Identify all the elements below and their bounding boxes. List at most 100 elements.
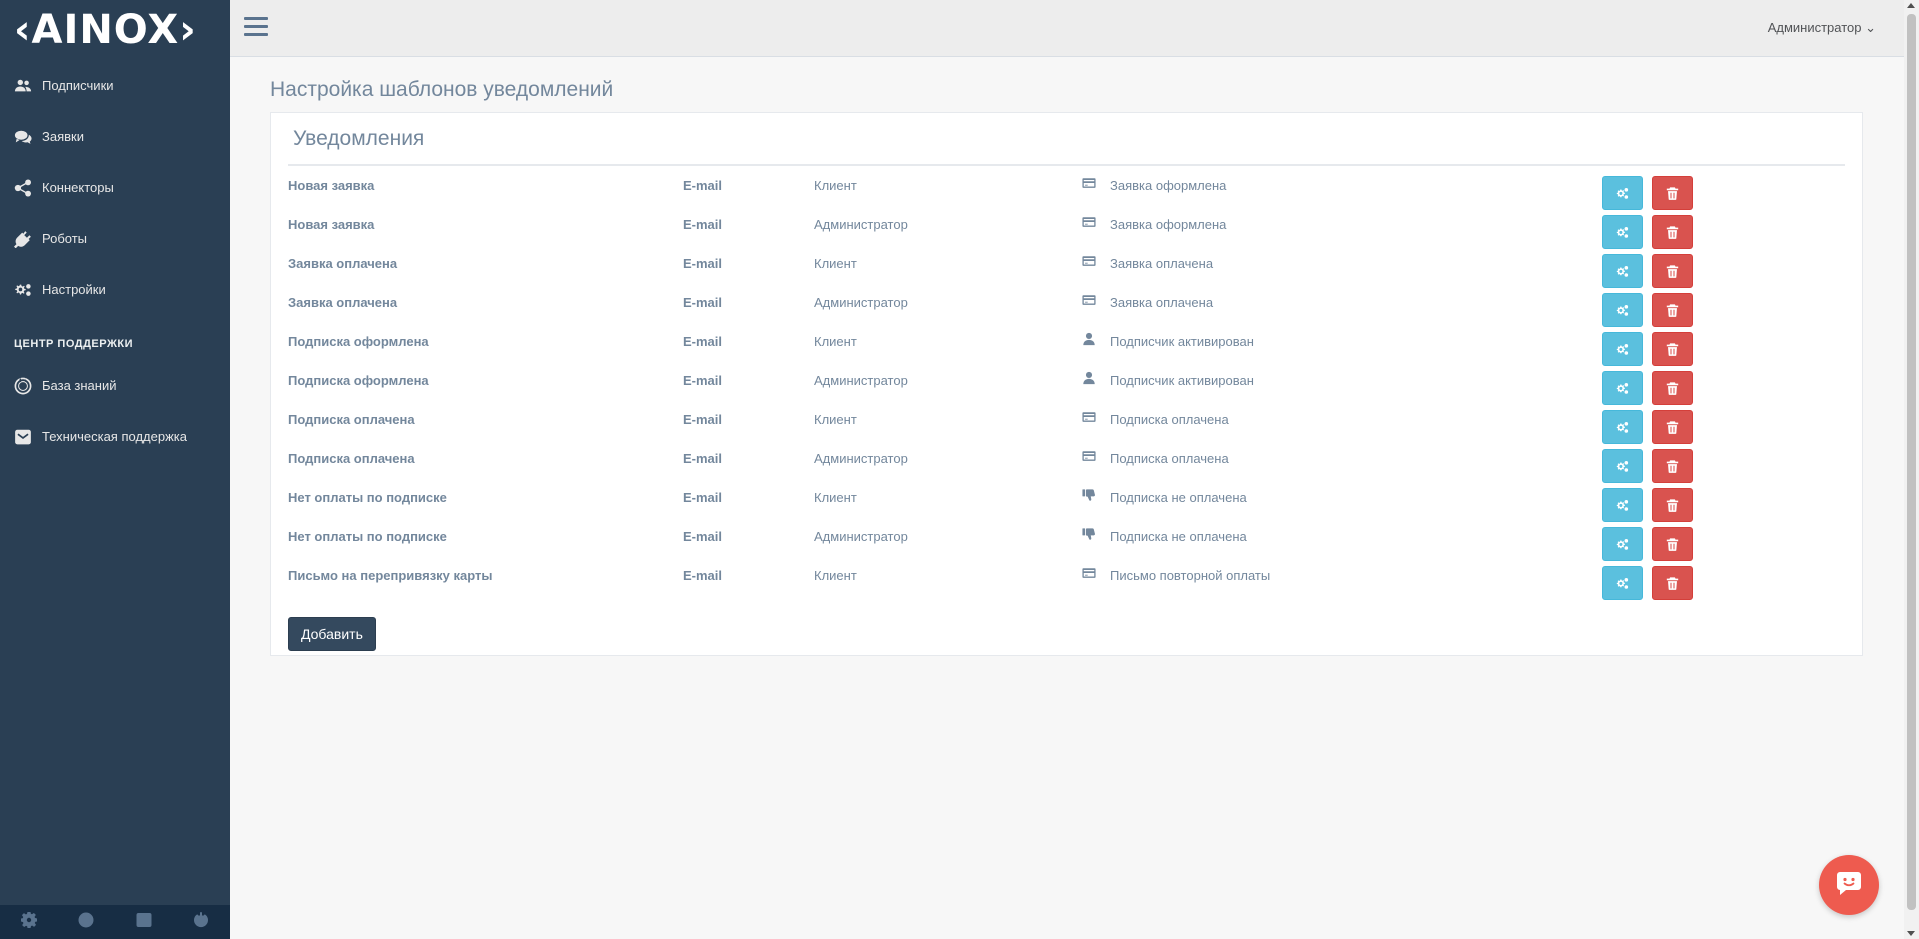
app-logo[interactable]: ‹AINOX› xyxy=(0,0,230,60)
page-scrollbar[interactable] xyxy=(1904,0,1919,939)
user-icon xyxy=(1082,332,1110,352)
notification-recipient: Клиент xyxy=(814,490,857,505)
delete-template-button[interactable] xyxy=(1652,332,1693,366)
credit-card-icon xyxy=(1082,566,1110,586)
scrollbar-thumb[interactable] xyxy=(1907,14,1916,910)
footer-window-button[interactable] xyxy=(115,905,173,939)
user-menu-dropdown[interactable]: Администратор ⌄ xyxy=(1768,20,1876,36)
cogs-icon xyxy=(1616,577,1629,590)
notification-channel: E-mail xyxy=(683,373,723,388)
top-navbar: Администратор ⌄ xyxy=(230,0,1904,57)
edit-template-button[interactable] xyxy=(1602,527,1643,561)
edit-template-button[interactable] xyxy=(1602,449,1643,483)
notification-name: Письмо на перепривязку карты xyxy=(288,568,493,583)
menu-toggle-button[interactable] xyxy=(244,17,268,39)
delete-template-button[interactable] xyxy=(1652,410,1693,444)
edit-template-button[interactable] xyxy=(1602,293,1643,327)
delete-template-button[interactable] xyxy=(1652,176,1693,210)
trash-icon xyxy=(1666,342,1679,356)
sidebar-item-knowledge-base[interactable]: База знаний xyxy=(0,360,230,411)
delete-template-button[interactable] xyxy=(1652,371,1693,405)
cogs-icon xyxy=(1616,226,1629,239)
footer-logout-button[interactable] xyxy=(173,905,231,939)
sidebar-item-connectors[interactable]: Коннекторы xyxy=(0,162,230,213)
users-icon xyxy=(14,77,42,95)
notification-recipient: Администратор xyxy=(814,217,908,232)
gear-icon xyxy=(20,911,38,933)
chat-widget-button[interactable] xyxy=(1819,855,1879,915)
edit-template-button[interactable] xyxy=(1602,410,1643,444)
trash-icon xyxy=(1666,576,1679,590)
delete-template-button[interactable] xyxy=(1652,527,1693,561)
table-row: Новая заявка E-mail Администратор Заявка оф… xyxy=(288,215,1845,254)
notification-event-label: Заявка оформлена xyxy=(1110,217,1227,232)
chat-icon xyxy=(1834,868,1864,903)
cogs-icon xyxy=(1616,538,1629,551)
plug-icon xyxy=(14,230,42,248)
edit-template-button[interactable] xyxy=(1602,176,1643,210)
table-row: Нет оплаты по подписке E-mail Клиент Подпис… xyxy=(288,488,1845,527)
notification-channel: E-mail xyxy=(683,568,723,583)
notification-channel: E-mail xyxy=(683,451,723,466)
notification-event-label: Письмо повторной оплаты xyxy=(1110,568,1271,583)
notification-name: Нет оплаты по подписке xyxy=(288,529,447,544)
life-ring-icon xyxy=(78,912,94,933)
delete-template-button[interactable] xyxy=(1652,449,1693,483)
sidebar-item-label: Заявки xyxy=(42,129,84,144)
trash-icon xyxy=(1666,420,1679,434)
notification-name: Подписка оплачена xyxy=(288,451,415,466)
edit-template-button[interactable] xyxy=(1602,566,1643,600)
footer-settings-button[interactable] xyxy=(0,905,58,939)
sidebar-item-subscribers[interactable]: Подписчики xyxy=(0,60,230,111)
comments-icon xyxy=(14,128,42,146)
edit-template-button[interactable] xyxy=(1602,215,1643,249)
sidebar-item-label: Настройки xyxy=(42,282,106,297)
notification-channel: E-mail xyxy=(683,178,723,193)
notification-recipient: Администратор xyxy=(814,295,908,310)
sidebar-item-tech-support[interactable]: Техническая поддержка xyxy=(0,411,230,462)
thumbs-down-icon xyxy=(1082,488,1110,508)
delete-template-button[interactable] xyxy=(1652,566,1693,600)
table-row: Письмо на перепривязку карты E-mail Клиент… xyxy=(288,566,1845,605)
trash-icon xyxy=(1666,225,1679,239)
notification-name: Заявка оплачена xyxy=(288,295,398,310)
scroll-up-arrow[interactable] xyxy=(1907,3,1915,8)
notification-recipient: Клиент xyxy=(814,568,857,583)
notification-channel: E-mail xyxy=(683,256,723,271)
delete-template-button[interactable] xyxy=(1652,215,1693,249)
notification-channel: E-mail xyxy=(683,490,723,505)
table-row: Заявка оплачена E-mail Клиент Заявка оплаче… xyxy=(288,254,1845,293)
notification-event-label: Заявка оформлена xyxy=(1110,178,1227,193)
footer-help-button[interactable] xyxy=(58,905,116,939)
notification-recipient: Администратор xyxy=(814,529,908,544)
window-icon xyxy=(136,912,152,933)
sidebar-item-settings[interactable]: Настройки xyxy=(0,264,230,315)
edit-template-button[interactable] xyxy=(1602,254,1643,288)
cogs-icon xyxy=(1616,265,1629,278)
notification-recipient: Администратор xyxy=(814,451,908,466)
notification-recipient: Администратор xyxy=(814,373,908,388)
notification-name: Нет оплаты по подписке xyxy=(288,490,447,505)
notification-event: Подписка не оплачена xyxy=(1082,527,1247,547)
delete-template-button[interactable] xyxy=(1652,254,1693,288)
row-actions xyxy=(1602,371,1693,405)
credit-card-icon xyxy=(1082,254,1110,274)
sidebar-footer xyxy=(0,905,230,939)
trash-icon xyxy=(1666,303,1679,317)
row-actions xyxy=(1602,410,1693,444)
notification-event: Заявка оплачена xyxy=(1082,293,1213,313)
sidebar-item-robots[interactable]: Роботы xyxy=(0,213,230,264)
edit-template-button[interactable] xyxy=(1602,332,1643,366)
delete-template-button[interactable] xyxy=(1652,293,1693,327)
trash-icon xyxy=(1666,537,1679,551)
notification-event: Подписка оплачена xyxy=(1082,410,1229,430)
edit-template-button[interactable] xyxy=(1602,371,1643,405)
delete-template-button[interactable] xyxy=(1652,488,1693,522)
scroll-down-arrow[interactable] xyxy=(1907,931,1915,936)
row-actions xyxy=(1602,215,1693,249)
row-actions xyxy=(1602,254,1693,288)
edit-template-button[interactable] xyxy=(1602,488,1643,522)
main-nav: Подписчики Заявки Коннекторы Роботы Наст… xyxy=(0,60,230,315)
sidebar-item-requests[interactable]: Заявки xyxy=(0,111,230,162)
add-template-button[interactable]: Добавить xyxy=(288,617,376,651)
